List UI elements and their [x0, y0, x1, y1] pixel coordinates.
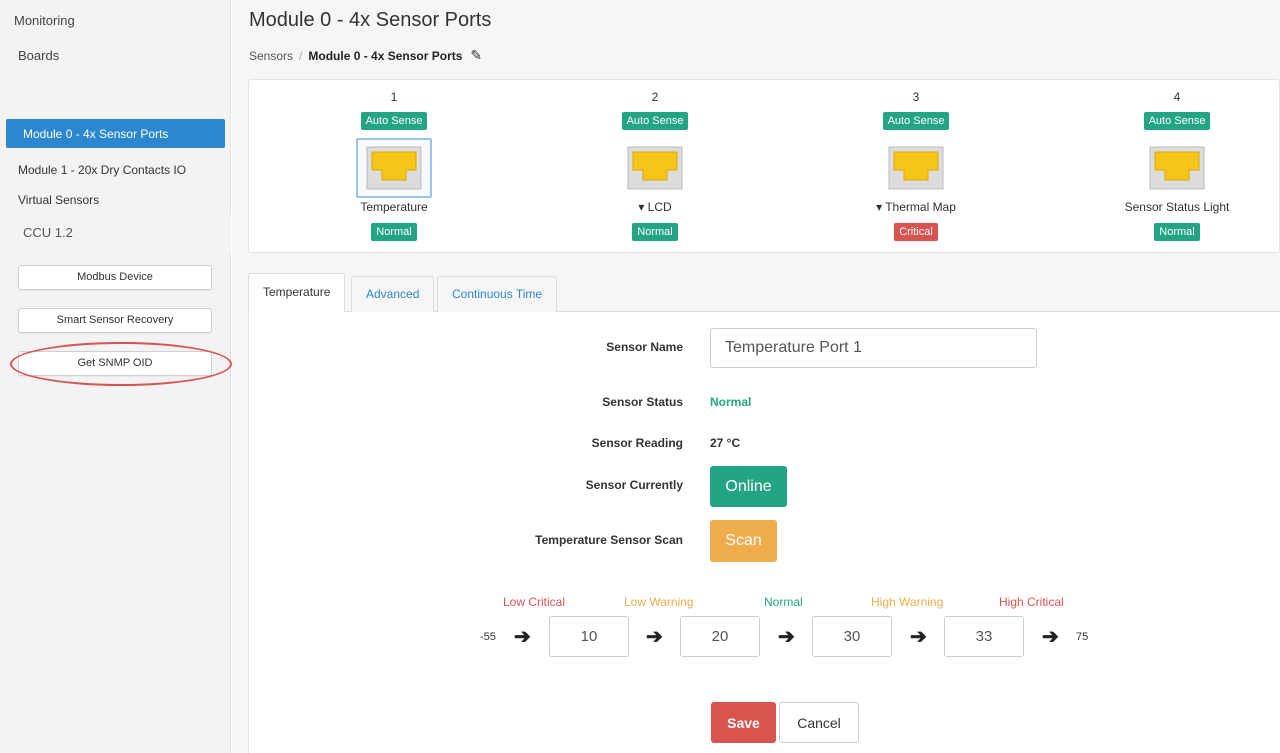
sidebar-item-monitoring[interactable]: Monitoring: [14, 13, 75, 28]
sidebar-item-boards[interactable]: Boards: [18, 48, 59, 63]
breadcrumb-current: Module 0 - 4x Sensor Ports: [308, 48, 463, 63]
sensor-reading-label: Sensor Reading: [591, 436, 683, 450]
arrow-right-icon: ➔: [514, 626, 531, 648]
port-label: Temperature: [360, 200, 428, 214]
high-warning-label: High Warning: [871, 595, 944, 609]
cancel-button[interactable]: Cancel: [779, 702, 859, 743]
threshold-min: -55: [480, 631, 496, 643]
page-title: Module 0 - 4x Sensor Ports: [249, 9, 492, 31]
breadcrumb-separator: /: [299, 48, 303, 63]
tab-temperature[interactable]: Temperature: [248, 273, 346, 313]
port-status-badge: Normal: [371, 223, 417, 241]
port-label[interactable]: ▾ Thermal Map: [826, 200, 1006, 214]
save-button[interactable]: Save: [711, 702, 776, 743]
normal-label: Normal: [764, 595, 803, 609]
sensor-reading-value: 27 °C: [710, 436, 741, 450]
arrow-right-icon: ➔: [778, 626, 795, 648]
port-number: 3: [912, 90, 920, 104]
sidebar-item-ccu[interactable]: CCU 1.2: [23, 225, 73, 240]
low-critical-input[interactable]: [549, 616, 629, 657]
modbus-device-button[interactable]: Modbus Device: [18, 265, 212, 290]
port-number: 1: [390, 90, 398, 104]
low-warning-input[interactable]: [680, 616, 760, 657]
pencil-icon[interactable]: ✎: [470, 47, 482, 64]
sensor-currently-label: Sensor Currently: [585, 478, 683, 492]
ethernet-port-icon[interactable]: [617, 138, 693, 198]
sensor-ports-panel: 1 Auto Sense Temperature Normal 2 Auto S…: [248, 79, 1280, 253]
tab-advanced[interactable]: Advanced: [351, 276, 435, 312]
high-critical-input[interactable]: [944, 616, 1024, 657]
port-number: 2: [651, 90, 659, 104]
ethernet-port-icon[interactable]: [878, 138, 954, 198]
sidebar-item-module-0[interactable]: Module 0 - 4x Sensor Ports: [6, 119, 225, 148]
auto-sense-badge: Auto Sense: [621, 112, 689, 130]
get-snmp-oid-button[interactable]: Get SNMP OID: [18, 351, 212, 376]
port-number: 4: [1173, 90, 1181, 104]
high-warning-input[interactable]: [812, 616, 892, 657]
auto-sense-badge: Auto Sense: [360, 112, 428, 130]
port-label: Sensor Status Light: [1124, 200, 1230, 214]
auto-sense-badge: Auto Sense: [1143, 112, 1211, 130]
low-warning-label: Low Warning: [624, 595, 694, 609]
low-critical-label: Low Critical: [503, 595, 566, 609]
ethernet-port-icon[interactable]: [356, 138, 432, 198]
tab-continuous-time[interactable]: Continuous Time: [437, 276, 558, 312]
ethernet-port-icon[interactable]: [1139, 138, 1215, 198]
arrow-right-icon: ➔: [646, 626, 663, 648]
sidebar-item-module-1[interactable]: Module 1 - 20x Dry Contacts IO: [18, 163, 186, 177]
breadcrumb-root[interactable]: Sensors: [249, 49, 293, 63]
online-button[interactable]: Online: [710, 466, 787, 507]
sensor-status-value: Normal: [710, 395, 752, 409]
scan-button[interactable]: Scan: [710, 520, 777, 562]
port-label[interactable]: ▾ LCD: [565, 200, 745, 214]
sensor-name-input[interactable]: [710, 328, 1037, 368]
threshold-max: 75: [1076, 631, 1089, 643]
sidebar: [0, 0, 231, 753]
arrow-right-icon: ➔: [910, 626, 927, 648]
sidebar-item-virtual-sensors[interactable]: Virtual Sensors: [18, 193, 99, 207]
breadcrumb: Sensors / Module 0 - 4x Sensor Ports ✎: [249, 47, 482, 64]
sensor-name-label: Sensor Name: [606, 340, 683, 354]
port-status-badge: Normal: [632, 223, 678, 241]
auto-sense-badge: Auto Sense: [882, 112, 950, 130]
sensor-status-label: Sensor Status: [602, 395, 683, 409]
high-critical-label: High Critical: [999, 595, 1064, 609]
arrow-right-icon: ➔: [1042, 626, 1059, 648]
tab-bar: Temperature Advanced Continuous Time: [248, 273, 1280, 313]
smart-sensor-recovery-button[interactable]: Smart Sensor Recovery: [18, 308, 212, 333]
temperature-scan-label: Temperature Sensor Scan: [535, 533, 683, 547]
port-status-badge: Critical: [894, 223, 938, 241]
port-status-badge: Normal: [1154, 223, 1200, 241]
